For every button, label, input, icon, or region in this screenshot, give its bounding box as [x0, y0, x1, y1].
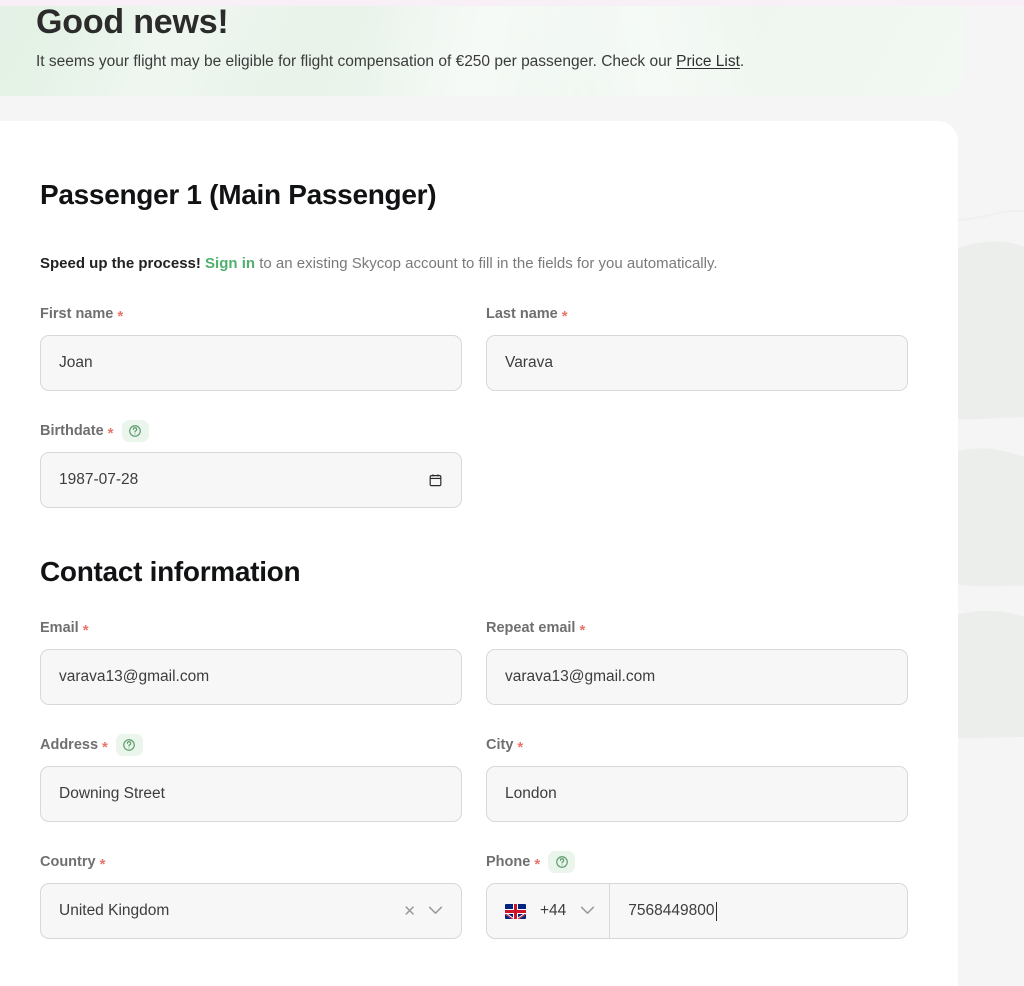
country-label: Country [40, 854, 96, 870]
first-name-field-group: First name * Joan [40, 304, 462, 391]
clear-x-icon[interactable]: ✕ [403, 904, 416, 919]
repeat-email-input[interactable]: varava13@gmail.com [486, 649, 908, 705]
page-title: Passenger 1 (Main Passenger) [40, 179, 437, 210]
phone-country-code-select[interactable]: +44 [487, 884, 611, 938]
birthdate-label-wrap: Birthdate * [40, 420, 462, 442]
gb-flag-icon [505, 903, 526, 919]
good-news-banner: Good news! It seems your flight may be e… [0, 0, 963, 96]
city-field-group: City * London [486, 735, 908, 822]
banner-subtitle: It seems your flight may be eligible for… [36, 44, 960, 73]
birthdate-field-group: Birthdate * 1987-07-28 [40, 420, 462, 508]
chevron-down-icon[interactable] [580, 902, 595, 920]
sign-in-link[interactable]: Sign in [205, 255, 255, 272]
required-asterisk: * [82, 621, 89, 639]
top-accent-strip [0, 0, 1024, 6]
phone-input-group: +44 7568449800 [486, 883, 908, 939]
price-list-link[interactable]: Price List [676, 53, 740, 70]
banner-title: Good news! [36, 3, 229, 41]
country-phone-row: Country * United Kingdom ✕ Phone * +44 7… [40, 851, 918, 939]
birthdate-value: 1987-07-28 [59, 471, 139, 488]
phone-label: Phone [486, 854, 531, 870]
phone-number-input[interactable]: 7568449800 [610, 884, 907, 938]
required-asterisk: * [534, 855, 541, 873]
address-row: Address * Downing Street City * London [40, 734, 918, 822]
email-label: Email [40, 620, 79, 636]
help-icon[interactable] [121, 420, 149, 442]
country-field-group: Country * United Kingdom ✕ [40, 852, 462, 939]
required-asterisk: * [117, 307, 124, 325]
first-name-label-wrap: First name * [40, 304, 462, 324]
address-field-group: Address * Downing Street [40, 734, 462, 822]
last-name-field-group: Last name * Varava [486, 304, 908, 391]
phone-field-group: Phone * +44 7568449800 [486, 851, 908, 939]
chevron-down-icon[interactable] [428, 902, 443, 920]
help-icon[interactable] [115, 734, 143, 756]
city-label: City [486, 737, 514, 753]
first-name-label: First name [40, 306, 114, 322]
required-asterisk: * [99, 855, 106, 873]
first-name-value: Joan [59, 354, 93, 371]
birthdate-input[interactable]: 1987-07-28 [40, 452, 462, 508]
phone-dial-code: +44 [540, 902, 567, 919]
required-asterisk: * [579, 621, 586, 639]
required-asterisk: * [102, 738, 108, 756]
help-icon[interactable] [548, 851, 576, 873]
email-input[interactable]: varava13@gmail.com [40, 649, 462, 705]
last-name-label: Last name [486, 306, 558, 322]
name-row: First name * Joan Last name * Varava [40, 304, 918, 391]
birthdate-row-spacer [486, 421, 908, 508]
signin-lead: Speed up the process! [40, 255, 201, 272]
phone-number-value: 7568449800 [628, 902, 715, 919]
email-row: Email * varava13@gmail.com Repeat email … [40, 618, 918, 705]
address-label-wrap: Address * [40, 734, 462, 756]
signin-rest: to an existing Skycop account to fill in… [255, 255, 718, 272]
city-value: London [505, 785, 557, 802]
phone-label-wrap: Phone * [486, 851, 908, 873]
address-label: Address [40, 737, 99, 753]
country-select-controls: ✕ [403, 902, 443, 920]
country-value: United Kingdom [59, 902, 170, 919]
first-name-input[interactable]: Joan [40, 335, 462, 391]
repeat-email-label-wrap: Repeat email * [486, 618, 908, 638]
required-asterisk: * [107, 424, 114, 442]
email-value: varava13@gmail.com [59, 668, 210, 685]
contact-section-title: Contact information [40, 556, 301, 587]
country-label-wrap: Country * [40, 852, 462, 872]
text-caret [715, 901, 717, 921]
address-value: Downing Street [59, 785, 165, 802]
required-asterisk: * [561, 307, 568, 325]
birthdate-label: Birthdate [40, 423, 104, 439]
country-select[interactable]: United Kingdom ✕ [40, 883, 462, 939]
city-input[interactable]: London [486, 766, 908, 822]
email-label-wrap: Email * [40, 618, 462, 638]
last-name-value: Varava [505, 354, 553, 371]
city-label-wrap: City * [486, 735, 908, 755]
last-name-input[interactable]: Varava [486, 335, 908, 391]
email-field-group: Email * varava13@gmail.com [40, 618, 462, 705]
required-asterisk: * [517, 738, 524, 756]
repeat-email-field-group: Repeat email * varava13@gmail.com [486, 618, 908, 705]
birthdate-row: Birthdate * 1987-07-28 [40, 420, 918, 508]
repeat-email-value: varava13@gmail.com [505, 668, 656, 685]
repeat-email-label: Repeat email [486, 620, 576, 636]
banner-text-before: It seems your flight may be eligible for… [36, 53, 677, 70]
passenger-form-card: Passenger 1 (Main Passenger) Speed up th… [0, 121, 958, 986]
calendar-icon[interactable] [428, 472, 443, 488]
banner-text-after: . [739, 53, 745, 70]
last-name-label-wrap: Last name * [486, 304, 908, 324]
signin-hint: Speed up the process! Sign in to an exis… [40, 211, 918, 274]
address-input[interactable]: Downing Street [40, 766, 462, 822]
